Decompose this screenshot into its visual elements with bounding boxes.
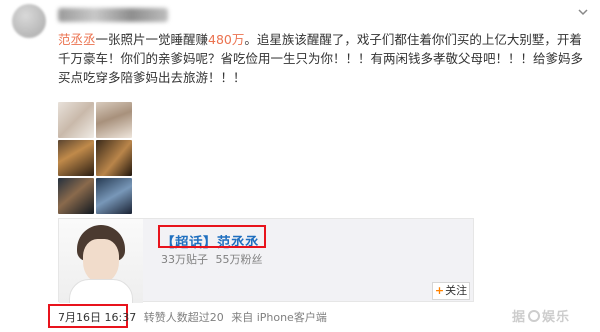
- photo-thumbnail[interactable]: [58, 140, 94, 176]
- user-avatar[interactable]: [12, 4, 46, 38]
- post-meta: 7月16日 16:37 转赞人数超过20 来自 iPhone客户端: [58, 309, 327, 325]
- watermark-text-right: 娱乐: [542, 310, 571, 325]
- amount-highlight: 480万: [208, 32, 245, 47]
- post-text-part1: 一张照片一觉睡醒赚: [95, 32, 209, 47]
- source-text[interactable]: 来自 iPhone客户端: [231, 311, 327, 324]
- posts-count: 33万贴子: [161, 253, 208, 266]
- supertopic-stats: 33万贴子 55万粉丝: [161, 251, 263, 267]
- watermark-text-left: 据: [512, 310, 527, 325]
- post-text: 范丞丞一张照片一觉睡醒赚480万。追星族该醒醒了，戏子们都住着你们买的上亿大别墅…: [58, 30, 588, 87]
- supertopic-photo[interactable]: [59, 219, 143, 303]
- fans-count: 55万粉丝: [215, 253, 263, 266]
- photo-thumbnail[interactable]: [58, 102, 94, 138]
- post-date[interactable]: 7月16日 16:37: [58, 311, 136, 324]
- likes-text: 转赞人数超过20: [143, 311, 224, 324]
- follow-label: 关注: [445, 284, 468, 297]
- mention-link[interactable]: 范丞丞: [58, 32, 96, 47]
- watermark-logo: 据娱乐: [512, 306, 570, 325]
- supertopic-card[interactable]: 【超话】范丞丞 33万贴子 55万粉丝 +关注: [58, 218, 474, 303]
- username-blurred[interactable]: [58, 8, 168, 22]
- chevron-down-icon[interactable]: [577, 6, 589, 18]
- photo-thumbnail[interactable]: [96, 102, 132, 138]
- photo-thumbnail[interactable]: [96, 178, 132, 214]
- photo-thumbnail[interactable]: [96, 140, 132, 176]
- highlight-box-title: [158, 225, 266, 248]
- watermark-icon: [528, 310, 541, 322]
- follow-button[interactable]: +关注: [432, 282, 470, 300]
- plus-icon: +: [434, 284, 445, 297]
- photo-thumbnail[interactable]: [58, 178, 94, 214]
